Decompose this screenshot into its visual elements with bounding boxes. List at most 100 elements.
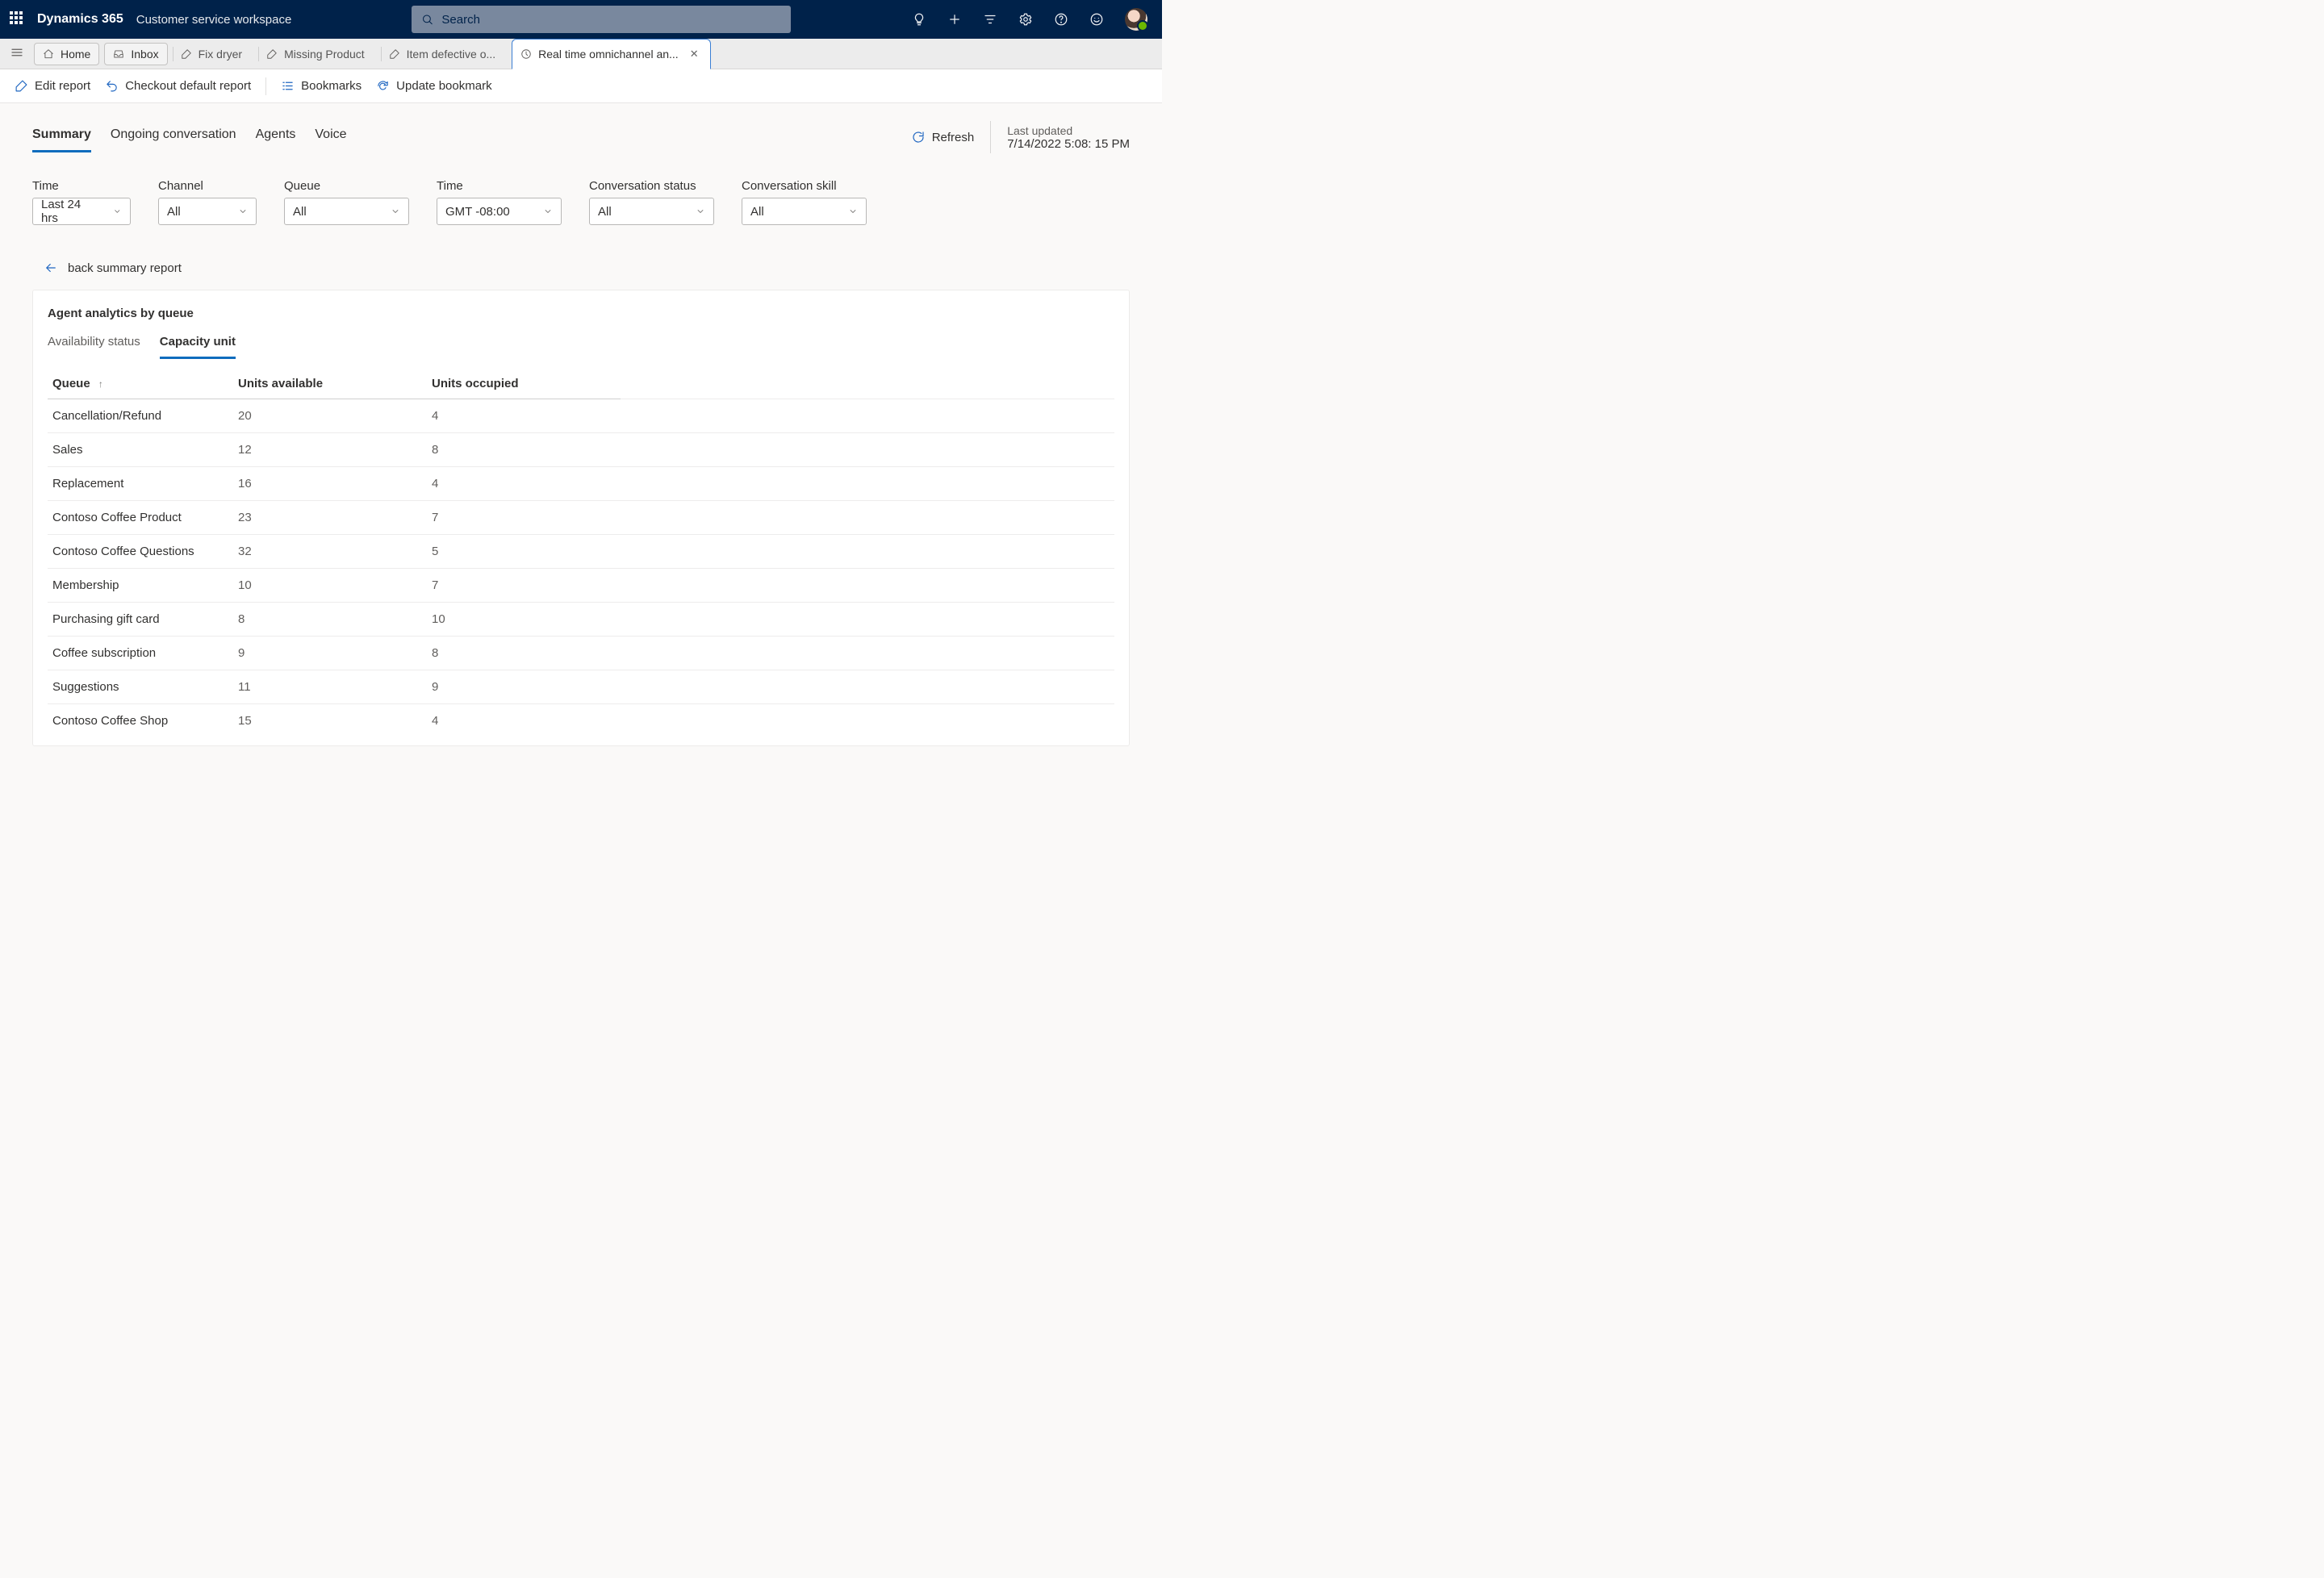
chevron-down-icon xyxy=(543,207,553,216)
chevron-down-icon xyxy=(848,207,858,216)
workspace-name: Customer service workspace xyxy=(136,13,292,27)
tab-availability-status[interactable]: Availability status xyxy=(48,335,140,359)
table-row[interactable]: Contoso Coffee Product237 xyxy=(48,501,1114,535)
sort-asc-icon: ↑ xyxy=(98,378,103,390)
card-inner-tabs: Availability status Capacity unit xyxy=(48,335,1114,359)
app-launcher-icon[interactable] xyxy=(10,11,26,27)
time-select[interactable]: Last 24 hrs xyxy=(32,198,131,225)
select-value: All xyxy=(167,205,181,219)
cell-queue: Contoso Coffee Product xyxy=(48,501,233,535)
last-updated: Last updated 7/14/2022 5:08: 15 PM xyxy=(1007,124,1130,151)
cell-units-available: 23 xyxy=(233,501,427,535)
table-header: Queue ↑ Units available Units occupied xyxy=(48,369,1114,399)
nav-home-label: Home xyxy=(61,48,90,61)
cell-queue: Purchasing gift card xyxy=(48,603,233,637)
tab-ongoing-conversation[interactable]: Ongoing conversation xyxy=(111,127,236,152)
cell-units-available: 32 xyxy=(233,535,427,569)
tab-capacity-unit[interactable]: Capacity unit xyxy=(160,335,236,359)
refresh-icon xyxy=(911,130,926,144)
cell-spacer xyxy=(621,501,1114,535)
filter-label: Conversation skill xyxy=(742,179,867,193)
filter-timezone: Time GMT -08:00 xyxy=(437,179,562,225)
tab-agents[interactable]: Agents xyxy=(256,127,296,152)
nav-home[interactable]: Home xyxy=(34,43,99,65)
cell-spacer xyxy=(621,637,1114,670)
last-updated-label: Last updated xyxy=(1007,124,1130,137)
tab-missing-product[interactable]: Missing Product xyxy=(258,39,376,69)
analytics-icon xyxy=(520,48,532,60)
table-row[interactable]: Membership107 xyxy=(48,569,1114,603)
nav-inbox-label: Inbox xyxy=(131,48,158,61)
nav-inbox[interactable]: Inbox xyxy=(104,43,167,65)
tab-voice[interactable]: Voice xyxy=(315,127,346,152)
select-value: All xyxy=(293,205,307,219)
view-tabs: Summary Ongoing conversation Agents Voic… xyxy=(32,127,347,152)
col-available-header[interactable]: Units available xyxy=(233,369,427,399)
chevron-down-icon xyxy=(113,207,122,216)
checkout-default-report-button[interactable]: Checkout default report xyxy=(105,79,251,93)
filter-label: Time xyxy=(32,179,131,193)
cell-units-occupied: 8 xyxy=(427,433,621,467)
queue-select[interactable]: All xyxy=(284,198,409,225)
status-select[interactable]: All xyxy=(589,198,714,225)
cell-spacer xyxy=(621,399,1114,433)
cell-units-occupied: 9 xyxy=(427,670,621,704)
tab-summary[interactable]: Summary xyxy=(32,127,91,152)
user-avatar[interactable] xyxy=(1125,8,1147,31)
table-row[interactable]: Suggestions119 xyxy=(48,670,1114,704)
content-area: Summary Ongoing conversation Agents Voic… xyxy=(0,103,1162,762)
refresh-button[interactable]: Refresh xyxy=(911,130,975,144)
filter-channel: Channel All xyxy=(158,179,257,225)
edit-report-button[interactable]: Edit report xyxy=(15,79,90,93)
view-tabs-row: Summary Ongoing conversation Agents Voic… xyxy=(32,121,1130,158)
tab-realtime-omnichannel[interactable]: Real time omnichannel an... ✕ xyxy=(512,39,710,69)
emoji-icon[interactable] xyxy=(1089,12,1104,27)
col-occupied-header[interactable]: Units occupied xyxy=(427,369,621,399)
table-row[interactable]: Contoso Coffee Questions325 xyxy=(48,535,1114,569)
table-row[interactable]: Sales128 xyxy=(48,433,1114,467)
cell-queue: Contoso Coffee Shop xyxy=(48,704,233,738)
channel-select[interactable]: All xyxy=(158,198,257,225)
cell-queue: Suggestions xyxy=(48,670,233,704)
tab-item-defective[interactable]: Item defective o... xyxy=(381,39,508,69)
card-title: Agent analytics by queue xyxy=(48,307,1114,320)
skill-select[interactable]: All xyxy=(742,198,867,225)
case-icon xyxy=(181,48,192,60)
checkout-default-label: Checkout default report xyxy=(125,79,251,93)
back-summary-report[interactable]: back summary report xyxy=(32,261,1130,275)
tab-fix-dryer[interactable]: Fix dryer xyxy=(173,39,253,69)
update-bookmark-button[interactable]: Update bookmark xyxy=(376,79,491,93)
close-icon[interactable]: ✕ xyxy=(690,48,699,61)
tab-label: Missing Product xyxy=(284,48,365,61)
help-icon[interactable] xyxy=(1054,12,1068,27)
select-value: All xyxy=(598,205,612,219)
filters: Time Last 24 hrs Channel All Queue All T… xyxy=(32,179,1130,225)
table-row[interactable]: Coffee subscription98 xyxy=(48,637,1114,670)
search-input[interactable] xyxy=(441,13,781,27)
bookmarks-button[interactable]: Bookmarks xyxy=(281,79,362,93)
plus-icon[interactable] xyxy=(947,12,962,27)
table-row[interactable]: Purchasing gift card810 xyxy=(48,603,1114,637)
table-row[interactable]: Cancellation/Refund204 xyxy=(48,399,1114,433)
table-row[interactable]: Replacement164 xyxy=(48,467,1114,501)
hamburger-icon[interactable] xyxy=(5,40,29,67)
agent-analytics-card: Agent analytics by queue Availability st… xyxy=(32,290,1130,746)
chevron-down-icon xyxy=(696,207,705,216)
filter-icon[interactable] xyxy=(983,12,997,27)
cell-units-occupied: 8 xyxy=(427,637,621,670)
settings-icon[interactable] xyxy=(1018,12,1033,27)
col-queue-header[interactable]: Queue ↑ xyxy=(48,369,233,399)
cell-units-occupied: 7 xyxy=(427,569,621,603)
cell-units-occupied: 4 xyxy=(427,467,621,501)
arrow-left-icon xyxy=(44,261,58,275)
list-icon xyxy=(281,79,295,93)
lightbulb-icon[interactable] xyxy=(912,12,926,27)
timezone-select[interactable]: GMT -08:00 xyxy=(437,198,562,225)
filter-conversation-skill: Conversation skill All xyxy=(742,179,867,225)
case-icon xyxy=(266,48,278,60)
global-search[interactable] xyxy=(412,6,791,33)
table-row[interactable]: Contoso Coffee Shop154 xyxy=(48,704,1114,738)
filter-label: Conversation status xyxy=(589,179,714,193)
inbox-icon xyxy=(113,48,124,60)
tab-strip: Home Inbox Fix dryer Missing Product Ite… xyxy=(0,39,1162,69)
